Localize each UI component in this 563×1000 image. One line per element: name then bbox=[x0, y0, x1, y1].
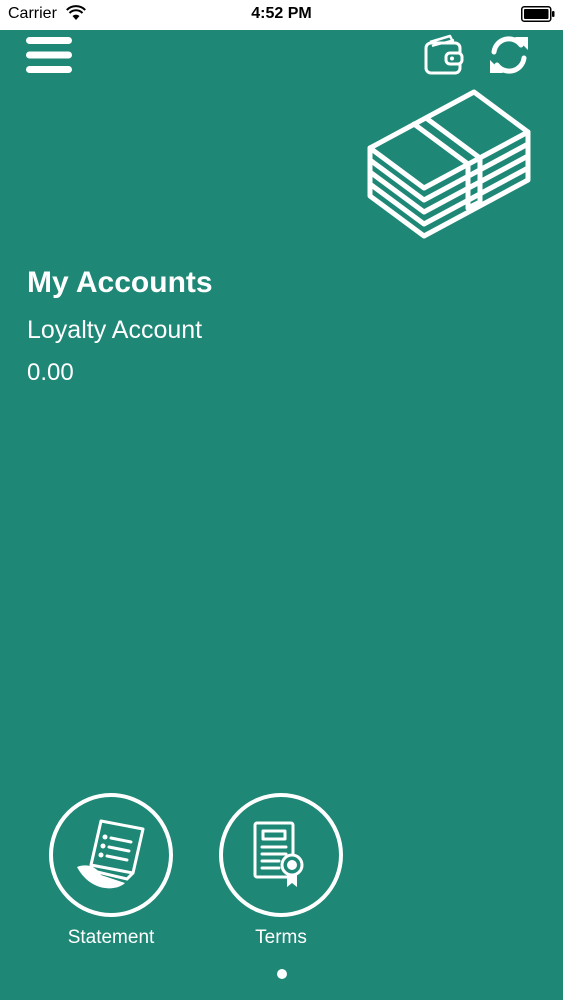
refresh-icon[interactable] bbox=[486, 33, 532, 77]
money-stack-icon bbox=[367, 89, 531, 239]
account-name[interactable]: Loyalty Account bbox=[27, 316, 202, 345]
statement-label: Statement bbox=[67, 927, 155, 948]
page-indicator-dot[interactable] bbox=[277, 969, 287, 979]
hamburger-menu-icon[interactable] bbox=[26, 36, 72, 74]
statement-circle[interactable] bbox=[49, 793, 173, 917]
statement-receipt-icon bbox=[77, 819, 145, 889]
status-bar: Carrier 4:52 PM bbox=[0, 0, 563, 30]
status-time: 4:52 PM bbox=[251, 5, 312, 22]
battery-icon bbox=[521, 6, 555, 22]
terms-label: Terms bbox=[255, 927, 307, 948]
statement-button[interactable]: Statement bbox=[36, 793, 186, 949]
terms-button[interactable]: Terms bbox=[206, 793, 356, 949]
terms-certificate-icon bbox=[253, 821, 304, 887]
wallet-icon[interactable] bbox=[422, 33, 466, 77]
app-screen: Carrier 4:52 PM My Accounts Loyalty Acco… bbox=[0, 0, 563, 1000]
terms-circle[interactable] bbox=[219, 793, 343, 917]
page-title: My Accounts bbox=[27, 266, 213, 299]
account-balance: 0.00 bbox=[27, 359, 74, 386]
